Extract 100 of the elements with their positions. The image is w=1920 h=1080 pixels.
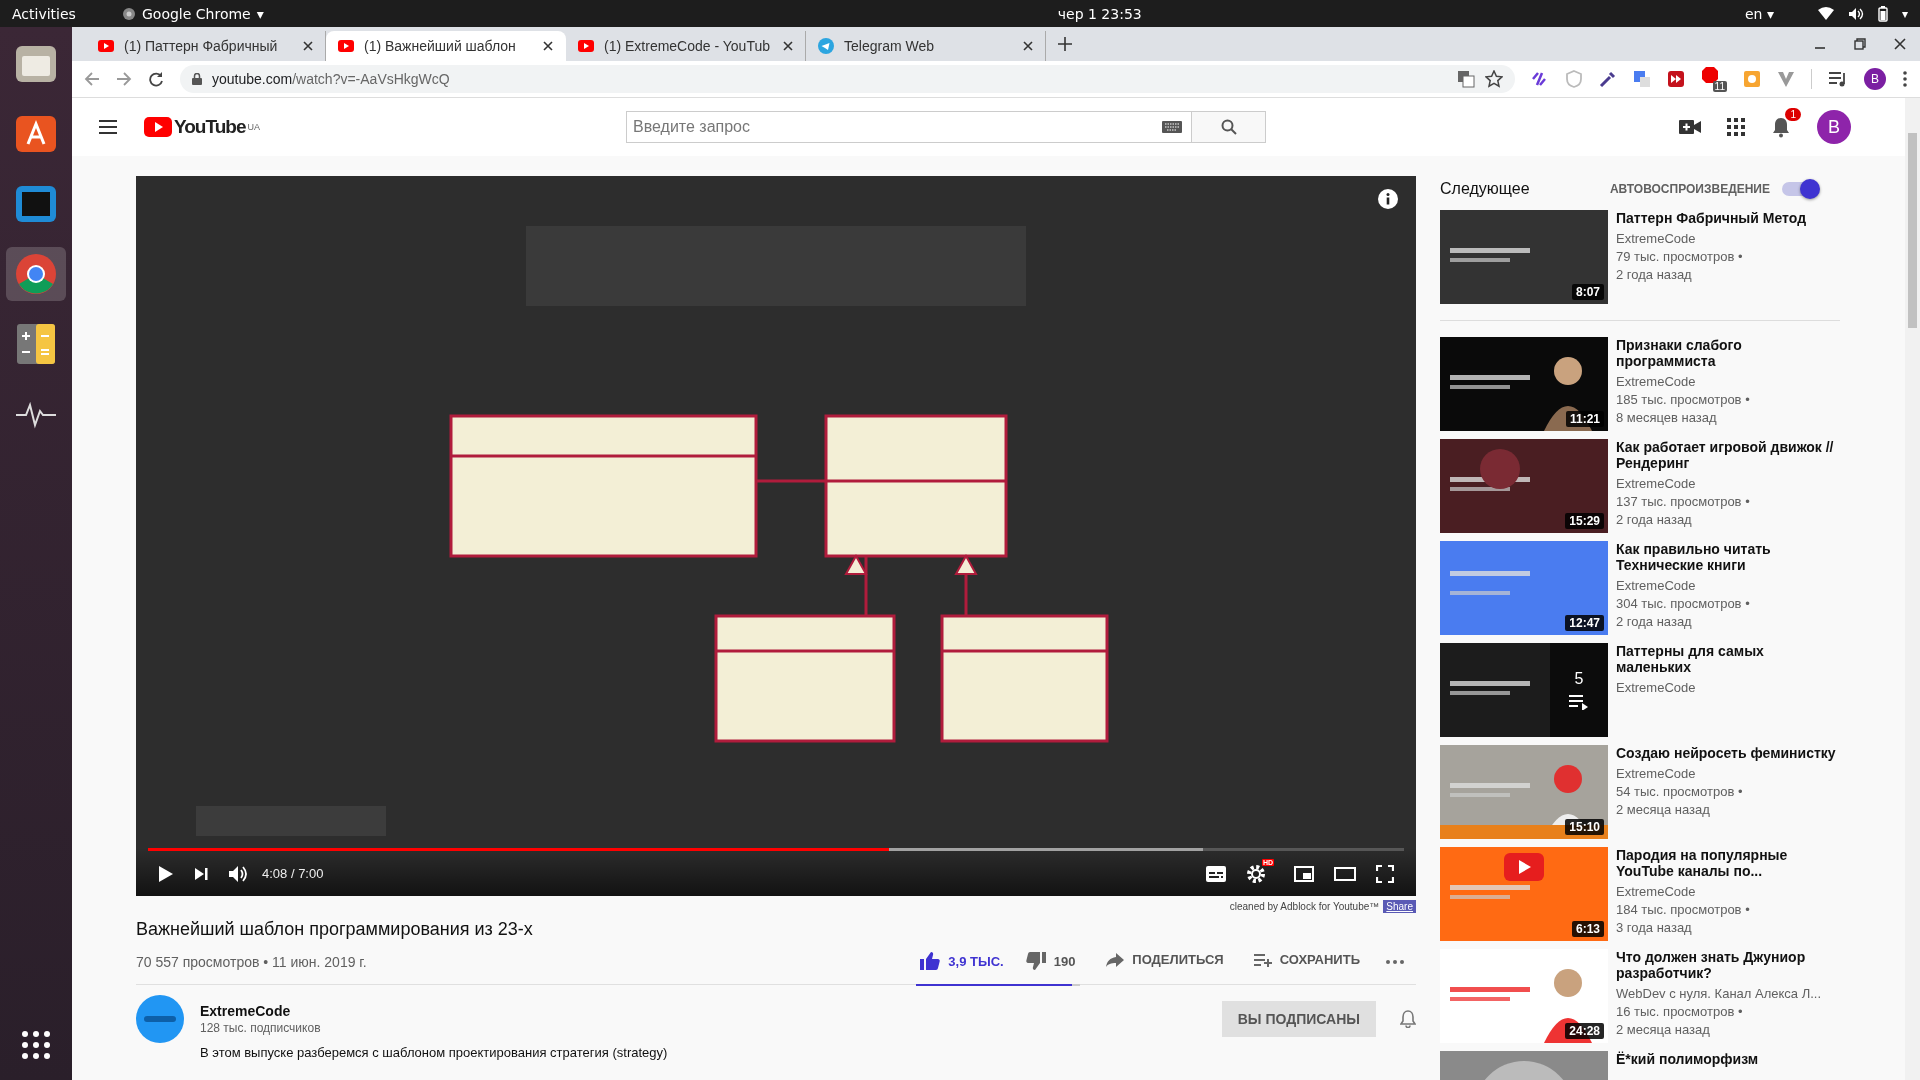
subscribed-button[interactable]: ВЫ ПОДПИСАНЫ bbox=[1221, 1001, 1376, 1037]
profile-avatar[interactable]: B bbox=[1864, 68, 1886, 90]
search-field[interactable]: Введите запрос bbox=[626, 111, 1192, 143]
translate-icon[interactable] bbox=[1457, 70, 1475, 88]
video-title: Важнейший шаблон программирования из 23-х bbox=[136, 919, 534, 940]
view-count: 79 тыс. просмотров • bbox=[1616, 248, 1744, 266]
clock[interactable]: чер 1 23:53 bbox=[1057, 5, 1142, 22]
activities-button[interactable]: Activities bbox=[12, 5, 108, 22]
time-display: 4:08 / 7:00 bbox=[262, 866, 324, 881]
media-queue-icon[interactable] bbox=[1828, 70, 1848, 88]
wifi-icon[interactable] bbox=[1817, 6, 1834, 21]
video-list-item[interactable]: 5 Паттерны для самых маленьких ExtremeCode bbox=[1440, 643, 1840, 737]
telegram-icon bbox=[818, 38, 834, 54]
back-icon[interactable] bbox=[84, 71, 100, 87]
extension-icon[interactable] bbox=[1531, 70, 1549, 88]
address-bar[interactable]: youtube.com/watch?v=-AaVsHkgWcQ bbox=[180, 65, 1515, 93]
channel-name: ExtremeCode bbox=[1616, 577, 1697, 595]
video-title: Как правильно читать Технические книги bbox=[1616, 541, 1772, 573]
battery-icon[interactable] bbox=[1877, 5, 1888, 22]
app-grid-icon[interactable] bbox=[21, 1030, 51, 1060]
keyboard-icon[interactable] bbox=[1162, 121, 1182, 133]
youtube-icon bbox=[98, 40, 114, 52]
share-link[interactable]: Share bbox=[1383, 900, 1416, 913]
more-icon[interactable] bbox=[1902, 70, 1908, 88]
volume-icon[interactable] bbox=[228, 864, 248, 883]
video-list-item[interactable]: 15:29 Как работает игровой движок // Рендеринг ExtremeCode 137 тыс. просмотров • 2 года назад bbox=[1440, 439, 1840, 533]
autoplay-toggle[interactable] bbox=[1782, 182, 1818, 196]
like-button[interactable]: 3,9 ТЫС. bbox=[916, 950, 1008, 972]
user-avatar[interactable]: B bbox=[1817, 110, 1851, 144]
channel-name: ExtremeCode bbox=[1616, 679, 1697, 697]
video-list-item[interactable]: 15:10 Создаю нейросеть феминистку ExtremeCode 54 тыс. просмотров • 2 месяца назад bbox=[1440, 745, 1840, 839]
extension-icon[interactable] bbox=[1777, 70, 1795, 88]
bell-icon[interactable] bbox=[1400, 1010, 1416, 1028]
volume-icon[interactable] bbox=[1847, 6, 1864, 21]
channel-name: ExtremeCode bbox=[1616, 475, 1697, 493]
channel-name: ExtremeCode bbox=[1616, 765, 1697, 783]
translate-extension-icon[interactable] bbox=[1633, 70, 1651, 88]
duration-badge: 6:13 bbox=[1571, 921, 1604, 937]
view-count: 54 тыс. просмотров • bbox=[1616, 783, 1744, 801]
star-icon[interactable] bbox=[1485, 70, 1503, 88]
fast-forward-icon[interactable] bbox=[1667, 70, 1685, 88]
progress-bar[interactable] bbox=[148, 848, 1404, 851]
search-button[interactable] bbox=[1192, 111, 1266, 143]
save-button[interactable]: СОХРАНИТЬ bbox=[1249, 950, 1364, 969]
video-list-item[interactable]: 8:07 Паттерн Фабричный Метод ExtremeCode 79 тыс. просмотров • 2 года назад bbox=[1440, 210, 1840, 304]
menu-icon[interactable] bbox=[98, 119, 118, 135]
bell-icon[interactable] bbox=[1771, 116, 1791, 138]
channel-name[interactable]: ExtremeCode bbox=[200, 1003, 321, 1019]
theater-mode-icon[interactable] bbox=[1334, 866, 1356, 881]
video-list-item[interactable]: 12:47 Как правильно читать Технические книги ExtremeCode 304 тыс. просмотров • 2 года назад bbox=[1440, 541, 1840, 635]
video-title: Пародия на популярные YouTube каналы по... bbox=[1616, 847, 1789, 879]
video-list-item[interactable]: Ё*кий полиморфизм bbox=[1440, 1051, 1840, 1080]
forward-icon[interactable] bbox=[116, 71, 132, 87]
system-menu-caret-icon[interactable]: ▾ bbox=[1901, 6, 1908, 21]
fullscreen-icon[interactable] bbox=[1376, 864, 1394, 883]
video-list-item[interactable]: 24:28 Что должен знать Джуниор разработчик? WebDev с нуля. Канал Алекса Л... 16 тыс. просмотров • 2 месяца назад bbox=[1440, 949, 1840, 1043]
new-tab-icon[interactable] bbox=[1058, 37, 1072, 51]
close-icon[interactable] bbox=[1023, 41, 1033, 51]
duration-badge: 24:28 bbox=[1565, 1023, 1604, 1039]
close-icon[interactable] bbox=[1894, 38, 1906, 50]
chrome-icon bbox=[122, 6, 136, 21]
autoplay-label: АВТОВОСПРОИЗВЕДЕНИЕ bbox=[1609, 182, 1770, 196]
close-icon[interactable] bbox=[543, 41, 553, 51]
channel-name: ExtremeCode bbox=[1616, 373, 1697, 391]
restore-icon[interactable] bbox=[1854, 38, 1866, 50]
close-icon[interactable] bbox=[303, 41, 313, 51]
channel-avatar[interactable] bbox=[136, 995, 184, 1043]
close-icon[interactable] bbox=[783, 41, 793, 51]
apps-grid-icon[interactable] bbox=[1727, 118, 1745, 136]
dislike-button[interactable]: 190 bbox=[1021, 950, 1080, 972]
view-count: 184 тыс. просмотров • bbox=[1616, 901, 1751, 919]
upload-age: 8 месяцев назад bbox=[1616, 409, 1718, 427]
upload-age: 2 месяца назад bbox=[1616, 801, 1711, 819]
lock-icon bbox=[192, 73, 202, 85]
share-arrow-icon bbox=[1106, 952, 1125, 967]
scrollbar-thumb[interactable] bbox=[1908, 133, 1917, 328]
reload-icon[interactable] bbox=[148, 71, 164, 87]
browser-tab[interactable]: (1) Важнейший шаблон bbox=[326, 31, 566, 61]
upload-age: 2 года назад bbox=[1616, 613, 1693, 631]
video-list-item[interactable]: 6:13 Пародия на популярные YouTube каналы по... ExtremeCode 184 тыс. просмотров • 3 года назад bbox=[1440, 847, 1840, 941]
language-menu[interactable]: en ▾ bbox=[1745, 5, 1774, 22]
thumbs-down-icon bbox=[1025, 952, 1046, 970]
info-icon[interactable] bbox=[1378, 189, 1398, 209]
play-icon[interactable] bbox=[158, 864, 174, 883]
video-camera-icon[interactable] bbox=[1679, 119, 1701, 135]
share-button[interactable]: ПОДЕЛИТЬСЯ bbox=[1102, 950, 1228, 969]
more-icon[interactable] bbox=[1386, 960, 1404, 964]
miniplayer-icon[interactable] bbox=[1294, 865, 1314, 882]
app-menu[interactable]: Google Chrome ▾ bbox=[122, 5, 264, 22]
youtube-logo[interactable]: YouTube$^{UA}$ bbox=[144, 116, 584, 138]
eyedropper-icon[interactable] bbox=[1599, 70, 1617, 88]
next-icon[interactable] bbox=[194, 866, 208, 881]
video-title: Как работает игровой движок // Рендеринг bbox=[1616, 439, 1835, 471]
view-count: 137 тыс. просмотров • bbox=[1616, 493, 1751, 511]
playlist-add-icon bbox=[1253, 952, 1272, 967]
playlist-count: 5 bbox=[1574, 670, 1584, 688]
dock-app-icon[interactable] bbox=[6, 247, 66, 301]
video-list-item[interactable]: 11:21 Признаки слабого программиста ExtremeCode 185 тыс. просмотров • 8 месяцев назад bbox=[1440, 337, 1840, 431]
extension-badge: 11 bbox=[1712, 81, 1727, 92]
video-title: Паттерн Фабричный Метод bbox=[1616, 210, 1806, 226]
